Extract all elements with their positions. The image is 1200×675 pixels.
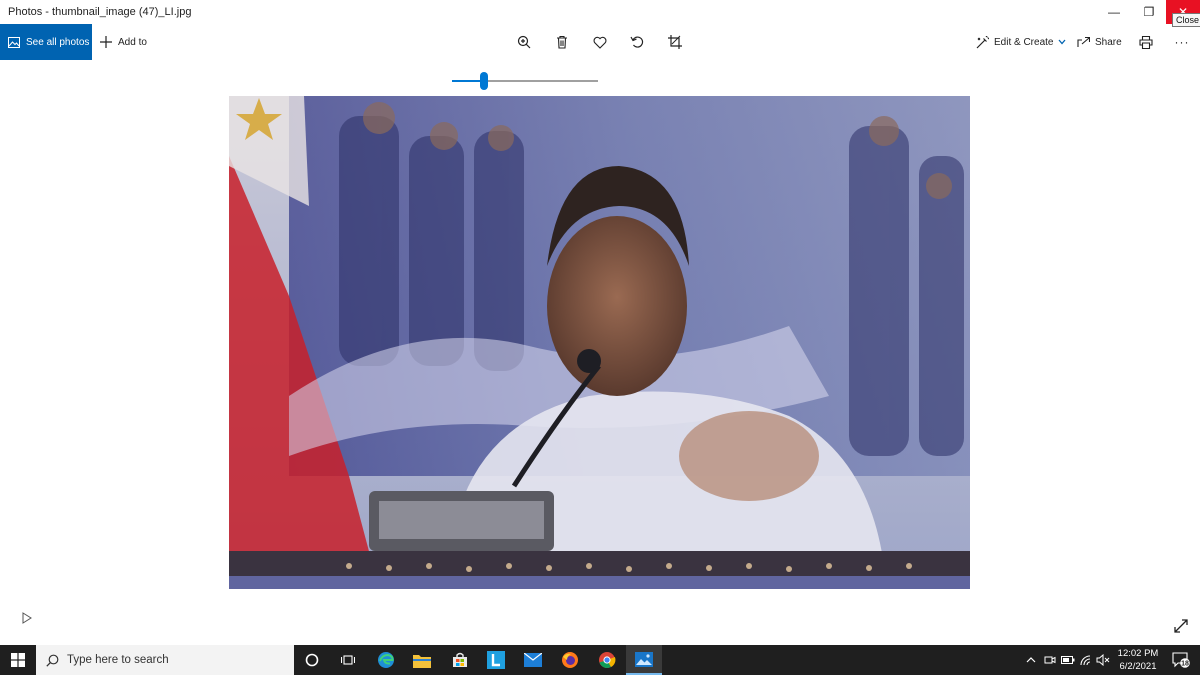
- edge-browser-icon: [378, 652, 394, 668]
- battery-icon: [1061, 656, 1075, 664]
- zoom-button[interactable]: [512, 32, 536, 52]
- task-view-icon: [341, 655, 355, 665]
- photo-icon: [8, 36, 20, 48]
- notification-count: 18: [1181, 661, 1189, 668]
- zoom-slider-thumb[interactable]: [480, 72, 489, 90]
- edit-create-icon: [976, 35, 989, 48]
- clock-time: 12:02 PM: [1117, 648, 1159, 659]
- cortana-icon: [305, 653, 319, 667]
- crop-button[interactable]: [663, 32, 687, 52]
- restore-icon: ❐: [1143, 5, 1155, 19]
- taskbar-edge[interactable]: [368, 645, 404, 675]
- rotate-icon: [630, 36, 644, 48]
- restore-button[interactable]: ❐: [1131, 0, 1167, 24]
- add-to-button[interactable]: Add to: [100, 24, 147, 60]
- search-icon: [46, 654, 59, 667]
- title-bar: Photos - thumbnail_image (47)_LI.jpg — ❐…: [0, 0, 1200, 27]
- plus-icon: [100, 36, 112, 48]
- clock-date: 6/2/2021: [1119, 661, 1157, 672]
- app-toolbar: See all photos Add to Edit & Create Shar…: [0, 24, 1200, 60]
- taskbar-photos[interactable]: [626, 645, 662, 675]
- add-to-label: Add to: [118, 36, 147, 48]
- expand-icon[interactable]: [1173, 618, 1189, 634]
- taskbar-clock[interactable]: 12:02 PM 6/2/2021: [1110, 647, 1166, 673]
- volume-muted-icon: [1096, 654, 1110, 666]
- meet-now-icon: [1044, 656, 1056, 664]
- chrome-icon: [599, 652, 616, 669]
- taskbar-firefox[interactable]: [552, 645, 588, 675]
- window-title: Photos - thumbnail_image (47)_LI.jpg: [8, 6, 192, 18]
- zoom-in-icon: [517, 35, 531, 49]
- zoom-slider[interactable]: [434, 66, 616, 96]
- share-icon: [1077, 36, 1090, 47]
- taskbar-store[interactable]: [442, 645, 478, 675]
- photo-image: [229, 96, 970, 589]
- minimize-button[interactable]: —: [1096, 0, 1132, 24]
- favorite-button[interactable]: [588, 32, 612, 52]
- taskbar-chrome[interactable]: [589, 645, 625, 675]
- taskbar: Type here to search 12:02 PM 6/2/2021 18: [0, 645, 1200, 675]
- chevron-down-icon: [1058, 39, 1066, 45]
- see-all-photos-button[interactable]: See all photos: [0, 24, 92, 60]
- print-button[interactable]: [1134, 32, 1158, 52]
- trash-icon: [557, 35, 567, 49]
- windows-logo-icon: [11, 653, 25, 667]
- tray-meet-now[interactable]: [1041, 645, 1059, 675]
- show-hidden-icons-button[interactable]: [1023, 645, 1039, 675]
- photos-app-icon: [635, 651, 653, 667]
- action-center-button[interactable]: 18: [1166, 645, 1196, 675]
- app-l-icon: [487, 651, 505, 669]
- edit-create-label: Edit & Create: [994, 36, 1054, 48]
- chevron-up-icon: [1026, 657, 1036, 663]
- minimize-icon: —: [1108, 5, 1120, 19]
- heart-icon: [593, 36, 607, 49]
- taskbar-app-l[interactable]: [478, 645, 514, 675]
- folder-icon: [413, 654, 431, 668]
- rotate-button[interactable]: [625, 32, 649, 52]
- cortana-button[interactable]: [294, 645, 330, 675]
- see-all-photos-label: See all photos: [26, 36, 90, 48]
- crop-icon: [668, 35, 682, 49]
- wifi-icon: [1079, 654, 1090, 665]
- printer-icon: [1139, 35, 1153, 49]
- task-view-button[interactable]: [330, 645, 366, 675]
- delete-button[interactable]: [550, 32, 574, 52]
- play-slideshow-icon[interactable]: [20, 611, 34, 625]
- firefox-icon: [562, 652, 578, 668]
- tray-network[interactable]: [1077, 645, 1095, 675]
- notification-icon: 18: [1172, 652, 1190, 668]
- taskbar-mail[interactable]: [515, 645, 551, 675]
- more-options-button[interactable]: ···: [1170, 32, 1194, 52]
- share-button[interactable]: Share: [1077, 24, 1122, 60]
- taskbar-file-explorer[interactable]: [404, 645, 440, 675]
- store-icon: [453, 652, 467, 667]
- start-button[interactable]: [0, 645, 36, 675]
- mail-icon: [524, 653, 542, 667]
- taskbar-search[interactable]: Type here to search: [36, 645, 294, 675]
- edit-create-button[interactable]: Edit & Create: [976, 24, 1066, 60]
- search-placeholder: Type here to search: [67, 654, 169, 666]
- share-label: Share: [1095, 36, 1122, 48]
- tray-battery[interactable]: [1059, 645, 1077, 675]
